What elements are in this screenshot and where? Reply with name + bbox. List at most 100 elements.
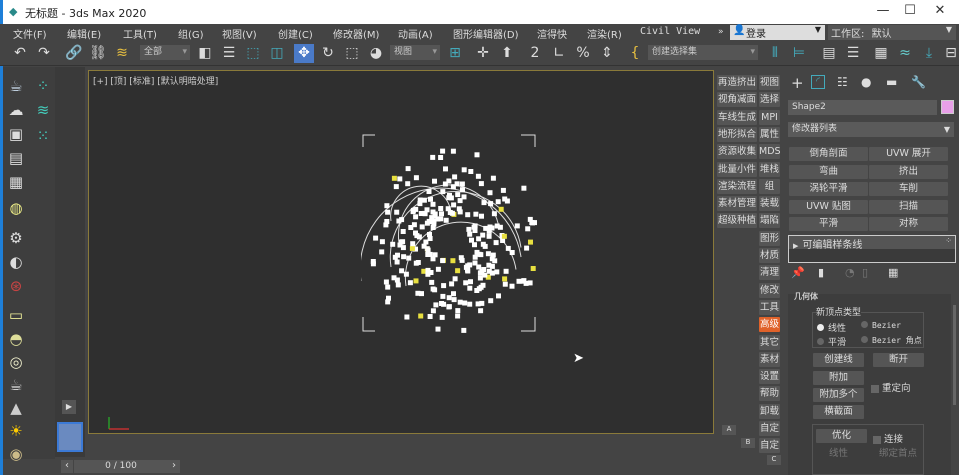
side-button[interactable]: 高级 bbox=[759, 317, 780, 333]
redo-icon[interactable]: ↷ bbox=[34, 44, 54, 63]
dots-a-icon[interactable]: ⁘ bbox=[32, 76, 54, 96]
rectangular-selection-icon[interactable]: ⬚ bbox=[243, 44, 263, 63]
close-button[interactable]: ✕ bbox=[925, 3, 955, 21]
pivot-center-icon[interactable]: ⊞ bbox=[445, 44, 465, 63]
link-icon[interactable]: 🔗 bbox=[64, 44, 84, 63]
side-button[interactable]: 素材 bbox=[759, 351, 780, 367]
grid-icon[interactable]: ▦ bbox=[5, 172, 27, 192]
side-button[interactable]: 视角减面 bbox=[717, 92, 757, 108]
next-frame-button[interactable]: › bbox=[168, 460, 180, 473]
utilities-tab-icon[interactable]: 🔧 bbox=[911, 75, 926, 89]
connect-checkbox[interactable]: 连接 bbox=[873, 431, 903, 445]
linear-checkbox[interactable]: 线性 bbox=[829, 445, 848, 459]
hierarchy-tab-icon[interactable]: ☷ bbox=[837, 75, 848, 89]
side-button[interactable]: 塌陷 bbox=[759, 213, 780, 229]
viewport-layout-button[interactable] bbox=[57, 422, 83, 452]
prev-frame-button[interactable]: ‹ bbox=[61, 460, 73, 473]
align-icon[interactable]: ⊨ bbox=[789, 44, 809, 63]
side-button[interactable]: 渲染流程 bbox=[717, 178, 757, 194]
viewport-label[interactable]: [+] [顶] [标准] [默认明暗处理] bbox=[93, 74, 218, 87]
menu-graph-editors[interactable]: 图形编辑器(D) bbox=[453, 26, 519, 41]
cloud-icon[interactable]: ☁ bbox=[5, 100, 27, 120]
modifier-button[interactable]: 挤出 bbox=[869, 164, 948, 179]
cone-icon[interactable]: ▲ bbox=[5, 398, 27, 418]
side-button[interactable]: 资源收集 bbox=[717, 144, 757, 160]
workspace-selector[interactable]: 工作区: 默认 ▼ bbox=[828, 25, 956, 40]
side-button[interactable]: 帮助 bbox=[759, 386, 780, 402]
create-line-button[interactable]: 创建线 bbox=[813, 353, 864, 367]
maximize-button[interactable]: ☐ bbox=[895, 3, 925, 21]
side-button[interactable]: 地形拟合 bbox=[717, 126, 757, 142]
radio-smooth[interactable]: 平滑 bbox=[817, 335, 846, 348]
menu-render-fast[interactable]: 渲得快 bbox=[537, 26, 567, 41]
side-button[interactable]: 视图 bbox=[759, 75, 780, 90]
play-icon[interactable]: ▶ bbox=[62, 400, 76, 414]
refine-button[interactable]: 优化 bbox=[816, 429, 867, 443]
side-button[interactable]: 卸载 bbox=[759, 403, 780, 419]
hemisphere-icon[interactable]: ◓ bbox=[5, 329, 27, 349]
modify-tab-icon[interactable]: ◜ bbox=[811, 75, 825, 89]
side-button[interactable]: 清理 bbox=[759, 265, 780, 281]
camera-icon[interactable]: ⚙ bbox=[5, 228, 27, 248]
material-editor-icon[interactable]: ⤓ bbox=[919, 44, 939, 63]
side-button[interactable]: 属性 bbox=[759, 126, 780, 142]
side-button[interactable]: 其它 bbox=[759, 334, 780, 350]
menu-file[interactable]: 文件(F) bbox=[13, 26, 47, 41]
object-name-field[interactable]: Shape2 bbox=[788, 100, 937, 115]
film-icon[interactable]: ⊛ bbox=[5, 276, 27, 296]
edit-named-selection-icon[interactable]: { bbox=[625, 44, 645, 63]
cross-section-button[interactable]: 横截面 bbox=[813, 405, 864, 419]
break-button[interactable]: 断开 bbox=[873, 353, 924, 367]
menu-animation[interactable]: 动画(A) bbox=[398, 26, 433, 41]
frame-counter[interactable]: 0 / 100 bbox=[74, 460, 168, 473]
unlink-icon[interactable]: ⛓ bbox=[88, 44, 108, 63]
attach-mult-button[interactable]: 附加多个 bbox=[813, 388, 864, 402]
menu-rendering[interactable]: 渲染(R) bbox=[587, 26, 622, 41]
light-icon[interactable]: ◍ bbox=[5, 198, 27, 218]
select-move-icon[interactable]: ✥ bbox=[294, 44, 314, 63]
render-window-icon[interactable]: ▣ bbox=[5, 124, 27, 144]
teapot-icon[interactable]: ☕ bbox=[5, 76, 27, 96]
configure-modifier-sets-icon[interactable]: ▦ bbox=[888, 266, 898, 279]
side-button[interactable]: MPI bbox=[759, 109, 780, 125]
menu-create[interactable]: 创建(C) bbox=[278, 26, 313, 41]
side-button[interactable]: 车线生成 bbox=[717, 109, 757, 125]
select-manipulate-icon[interactable]: ✛ bbox=[473, 44, 493, 63]
select-by-name-icon[interactable]: ☰ bbox=[219, 44, 239, 63]
side-button[interactable]: 再造挤出 bbox=[717, 75, 757, 90]
rollout-title[interactable]: 几何体 bbox=[794, 291, 818, 302]
modifier-button[interactable]: 涡轮平滑 bbox=[789, 182, 868, 196]
menu-edit[interactable]: 编辑(E) bbox=[67, 26, 101, 41]
side-button[interactable]: 素材管理 bbox=[717, 196, 757, 212]
side-button[interactable]: 材质 bbox=[759, 248, 780, 263]
bind-first-checkbox[interactable]: 绑定首点 bbox=[879, 445, 917, 459]
modifier-button[interactable]: 平滑 bbox=[789, 217, 868, 231]
side-button[interactable]: 设置 bbox=[759, 369, 780, 385]
keyboard-shortcut-icon[interactable]: ⬆ bbox=[497, 44, 517, 63]
object-color-swatch[interactable] bbox=[941, 100, 954, 114]
radio-linear[interactable]: 线性 bbox=[817, 321, 846, 334]
modifier-button[interactable]: UVW 展开 bbox=[869, 147, 948, 161]
select-rotate-icon[interactable]: ↻ bbox=[318, 44, 338, 63]
modifier-button[interactable]: UVW 贴图 bbox=[789, 199, 868, 214]
stack-item-editable-spline[interactable]: ▶ 可编辑样条线 ⁘ bbox=[789, 236, 955, 251]
mirror-icon[interactable]: ⫴ bbox=[765, 44, 785, 63]
viewport-top[interactable]: [+] [顶] [标准] [默认明暗处理] ➤ bbox=[88, 70, 714, 434]
spline-shape[interactable] bbox=[361, 133, 537, 333]
reorient-checkbox[interactable]: 重定向 bbox=[871, 380, 911, 394]
menu-group[interactable]: 组(G) bbox=[178, 26, 204, 41]
angle-snap-icon[interactable]: ∟ bbox=[549, 44, 569, 63]
circle-icon[interactable]: ◎ bbox=[5, 352, 27, 372]
select-place-icon[interactable]: ◕ bbox=[366, 44, 386, 63]
expand-arrow-icon[interactable]: ▶ bbox=[793, 242, 798, 250]
side-button[interactable]: MDS bbox=[759, 144, 781, 160]
attach-button[interactable]: 附加 bbox=[813, 371, 864, 385]
side-button[interactable]: 超级种植 bbox=[717, 213, 757, 229]
login-dropdown[interactable]: 👤 登录 ▼ bbox=[730, 25, 825, 40]
schematic-view-icon[interactable]: ≈ bbox=[895, 44, 915, 63]
minimize-button[interactable]: — bbox=[868, 3, 898, 21]
menu-civil-view[interactable]: Civil View bbox=[640, 26, 700, 37]
modifier-button[interactable]: 弯曲 bbox=[789, 164, 868, 179]
motion-tab-icon[interactable]: ● bbox=[861, 75, 871, 89]
modifier-button[interactable]: 车削 bbox=[869, 182, 948, 196]
